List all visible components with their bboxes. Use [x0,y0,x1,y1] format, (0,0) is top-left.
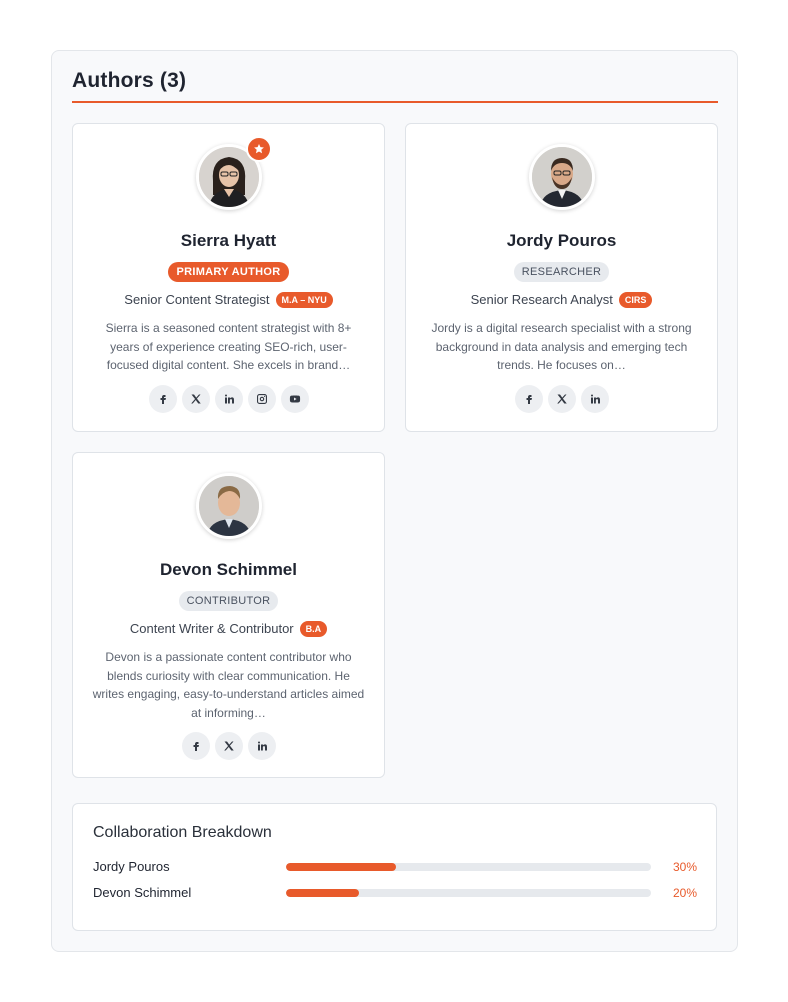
panel-header: Authors (3) [72,69,718,103]
x-icon[interactable] [181,384,210,413]
author-card: Devon Schimmel CONTRIBUTOR Content Write… [72,452,385,778]
social-links [406,384,717,413]
linkedin-icon[interactable] [580,384,609,413]
job-title: Content Writer & Contributor [129,621,294,636]
author-name[interactable]: Devon Schimmel [73,559,384,581]
collaboration-percent: 30% [672,860,697,874]
degree-badge: CIRS [618,292,653,308]
instagram-icon[interactable] [247,384,276,413]
role-badge: CONTRIBUTOR [178,591,279,611]
collaboration-row: Jordy Pouros 30% [93,858,697,876]
author-name[interactable]: Sierra Hyatt [73,230,384,252]
collaboration-row: Devon Schimmel 20% [93,884,697,902]
facebook-icon[interactable] [181,732,210,760]
collaboration-percent: 20% [672,886,697,900]
facebook-icon[interactable] [514,384,543,413]
progress-fill [286,889,359,897]
collaborator-name: Jordy Pouros [93,859,170,874]
author-name[interactable]: Jordy Pouros [406,230,717,252]
role-badge: PRIMARY AUTHOR [168,262,289,282]
author-bio: Sierra is a seasoned content strategist … [105,321,352,372]
facebook-icon[interactable] [148,384,177,413]
progress-track [286,863,651,871]
author-card: Sierra Hyatt PRIMARY AUTHOR Senior Conte… [72,123,385,432]
degree-badge: M.A – NYU [275,292,333,308]
avatar-photo-devon [198,476,259,536]
collaborator-name: Devon Schimmel [93,885,192,900]
linkedin-icon[interactable] [247,732,276,760]
social-links [73,732,384,760]
avatar[interactable] [528,144,595,210]
job-title: Senior Research Analyst [470,292,613,307]
job-title: Senior Content Strategist [124,292,270,307]
role-badge: RESEARCHER [513,262,610,282]
youtube-icon[interactable] [280,384,309,413]
author-bio: Jordy is a digital research specialist w… [431,321,692,372]
avatar-photo-jordy [531,147,592,207]
authors-panel: Authors (3) Sierra Hyatt PRIMARY AUTHOR … [51,50,738,952]
author-card: Jordy Pouros RESEARCHER Senior Research … [405,123,718,432]
author-bio: Devon is a passionate content contributo… [92,650,365,720]
collaboration-breakdown: Collaboration Breakdown Jordy Pouros 30%… [72,803,717,931]
social-links [73,384,384,413]
collaboration-title: Collaboration Breakdown [93,824,272,841]
avatar[interactable] [195,473,262,539]
x-icon[interactable] [547,384,576,413]
progress-fill [286,863,396,871]
x-icon[interactable] [214,732,243,760]
progress-track [286,889,651,897]
linkedin-icon[interactable] [214,384,243,413]
star-icon [245,136,272,162]
degree-badge: B.A [299,621,328,637]
panel-title: Authors (3) [72,69,187,92]
